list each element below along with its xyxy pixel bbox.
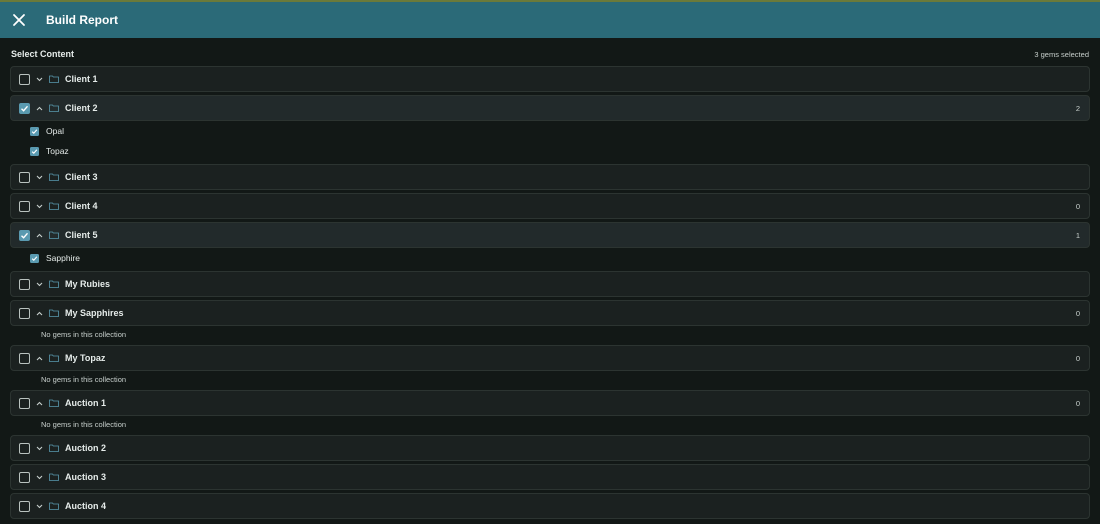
gem-label: Opal — [46, 126, 64, 136]
folder-icon — [49, 399, 59, 407]
folder-icon — [49, 104, 59, 112]
collection-checkbox[interactable] — [19, 278, 30, 290]
chevron-down-icon[interactable] — [35, 473, 44, 482]
collection-row-client-1[interactable]: Client 1 — [10, 66, 1090, 92]
empty-collection-message: No gems in this collection — [41, 375, 127, 384]
collection-row-client-5[interactable]: Client 5 1 — [10, 222, 1090, 248]
checkmark-icon — [21, 232, 29, 239]
folder-icon — [49, 173, 59, 181]
gem-label: Sapphire — [46, 253, 81, 263]
collection-label: Client 3 — [65, 172, 98, 182]
collection-label: Auction 4 — [65, 501, 107, 511]
collection-count: 0 — [1075, 201, 1080, 211]
gem-checkbox[interactable] — [30, 253, 39, 263]
collection-label: My Rubies — [65, 279, 111, 289]
chevron-up-icon[interactable] — [35, 104, 44, 113]
collection-checkbox[interactable] — [19, 102, 30, 114]
chevron-down-icon[interactable] — [35, 202, 44, 211]
chevron-down-icon[interactable] — [35, 173, 44, 182]
collection-count: 0 — [1075, 398, 1080, 408]
folder-icon — [49, 502, 59, 510]
checkmark-icon — [31, 128, 38, 134]
collection-row-auction-3[interactable]: Auction 3 — [10, 464, 1090, 490]
chevron-up-icon[interactable] — [35, 309, 44, 318]
collection-row-my-topaz[interactable]: My Topaz 0 — [10, 345, 1090, 371]
close-icon[interactable] — [11, 12, 27, 28]
collection-label: My Topaz — [65, 353, 106, 363]
gem-item-sapphire[interactable]: Sapphire — [30, 252, 80, 264]
collection-checkbox[interactable] — [19, 500, 30, 512]
checkmark-icon — [31, 148, 38, 154]
checkmark-icon — [21, 105, 29, 112]
collection-label: Auction 2 — [65, 443, 107, 453]
collection-row-auction-1[interactable]: Auction 1 0 — [10, 390, 1090, 416]
collection-label: Client 2 — [65, 103, 98, 113]
collection-checkbox[interactable] — [19, 73, 30, 85]
collection-label: My Sapphires — [65, 308, 124, 318]
gem-checkbox[interactable] — [30, 146, 39, 156]
folder-icon — [49, 473, 59, 481]
collection-count: 0 — [1075, 308, 1080, 318]
folder-icon — [49, 202, 59, 210]
collection-checkbox[interactable] — [19, 352, 30, 364]
collection-label: Client 1 — [65, 74, 98, 84]
collection-label: Auction 3 — [65, 472, 107, 482]
folder-icon — [49, 231, 59, 239]
folder-icon — [49, 309, 59, 317]
gem-item-topaz[interactable]: Topaz — [30, 145, 69, 157]
chevron-down-icon[interactable] — [35, 75, 44, 84]
page-title: Build Report — [46, 13, 118, 27]
collection-row-auction-4[interactable]: Auction 4 — [10, 493, 1090, 519]
gem-label: Topaz — [46, 146, 69, 156]
collection-checkbox[interactable] — [19, 442, 30, 454]
collection-checkbox[interactable] — [19, 200, 30, 212]
collection-checkbox[interactable] — [19, 397, 30, 409]
collection-label: Auction 1 — [65, 398, 107, 408]
collection-row-my-rubies[interactable]: My Rubies — [10, 271, 1090, 297]
collection-row-client-4[interactable]: Client 4 0 — [10, 193, 1090, 219]
collection-count: 2 — [1075, 103, 1080, 113]
collection-row-client-3[interactable]: Client 3 — [10, 164, 1090, 190]
gem-item-opal[interactable]: Opal — [30, 125, 64, 137]
chevron-down-icon[interactable] — [35, 280, 44, 289]
collection-row-my-sapphires[interactable]: My Sapphires 0 — [10, 300, 1090, 326]
collection-checkbox[interactable] — [19, 471, 30, 483]
checkmark-icon — [31, 255, 38, 261]
gems-selected-count: 3 gems selected — [1034, 50, 1089, 59]
chevron-up-icon[interactable] — [35, 231, 44, 240]
select-content-label: Select Content — [11, 49, 75, 59]
folder-icon — [49, 75, 59, 83]
collection-checkbox[interactable] — [19, 171, 30, 183]
collection-label: Client 5 — [65, 230, 98, 240]
folder-icon — [49, 280, 59, 288]
collection-checkbox[interactable] — [19, 307, 30, 319]
gem-checkbox[interactable] — [30, 126, 39, 136]
header-bar: Build Report — [0, 0, 1100, 38]
chevron-down-icon[interactable] — [35, 444, 44, 453]
collection-count: 1 — [1075, 230, 1080, 240]
chevron-up-icon[interactable] — [35, 399, 44, 408]
chevron-up-icon[interactable] — [35, 354, 44, 363]
chevron-down-icon[interactable] — [35, 502, 44, 511]
collection-checkbox[interactable] — [19, 229, 30, 241]
folder-icon — [49, 354, 59, 362]
collection-row-client-2[interactable]: Client 2 2 — [10, 95, 1090, 121]
empty-collection-message: No gems in this collection — [41, 330, 127, 339]
empty-collection-message: No gems in this collection — [41, 420, 127, 429]
collection-label: Client 4 — [65, 201, 98, 211]
collection-count: 0 — [1075, 353, 1080, 363]
collection-row-auction-2[interactable]: Auction 2 — [10, 435, 1090, 461]
folder-icon — [49, 444, 59, 452]
